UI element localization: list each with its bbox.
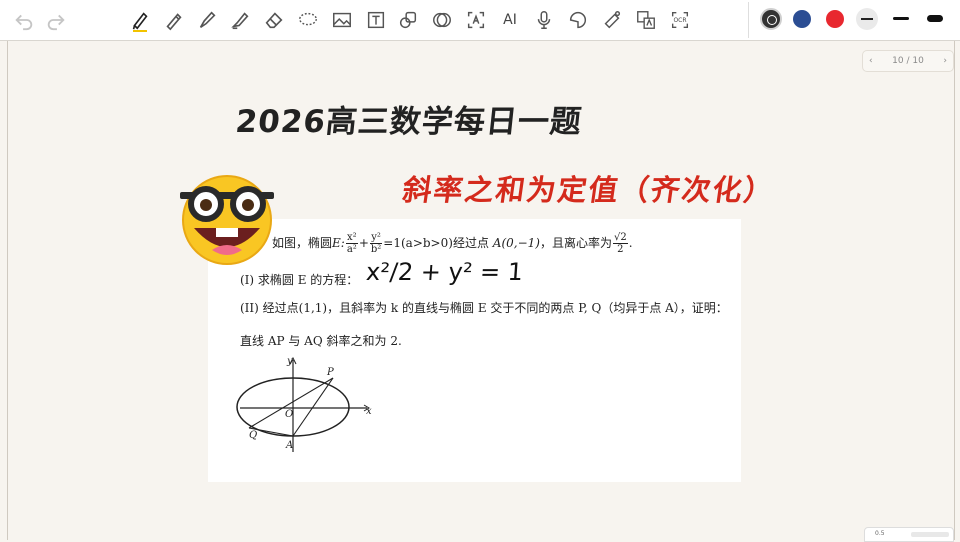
ocr-label: OCR <box>673 16 687 24</box>
handwritten-answer: x²/2 + y² = 1 <box>365 258 524 286</box>
line-size-thin[interactable] <box>856 8 878 30</box>
fraction-y-den: b² <box>370 244 382 255</box>
prev-page-button[interactable]: ‹ <box>863 56 879 66</box>
ai-icon[interactable]: AI <box>496 6 524 34</box>
zoom-label: 0.5 <box>875 530 885 537</box>
line-size-medium[interactable] <box>893 17 909 20</box>
image-icon[interactable] <box>328 6 356 34</box>
next-page-button[interactable]: › <box>937 56 953 66</box>
teeth <box>216 228 238 237</box>
color-swatch-dark[interactable] <box>760 8 782 30</box>
zoom-slider[interactable] <box>911 532 949 537</box>
passes-through-text: 经过点 <box>452 236 489 250</box>
fraction-y: y² b² <box>369 232 383 255</box>
note-subtitle: 斜率之和为定值（齐次化） <box>400 173 778 207</box>
eraser-icon[interactable] <box>260 6 288 34</box>
ocr-icon[interactable]: OCR <box>666 6 694 34</box>
note-title: 2026高三数学每日一题 <box>233 104 584 140</box>
translate-icon[interactable] <box>632 6 660 34</box>
fraction-ecc-den: 2 <box>617 244 624 255</box>
period: . <box>628 236 633 250</box>
text-box-icon[interactable] <box>362 6 390 34</box>
eccentricity-text: ，且离心率为 <box>539 236 612 250</box>
fraction-x-den: a² <box>346 244 357 255</box>
label-y: y <box>286 356 293 367</box>
redo-icon[interactable] <box>42 6 70 34</box>
equation-rhs: =1(a>b>0) <box>383 236 453 250</box>
microphone-icon[interactable] <box>530 6 558 34</box>
plus-sign: + <box>358 236 369 250</box>
problem-statement: 如图，椭圆E: x² a² + y² b² =1(a>b>0)经过点 A(0,−1)，且离心… <box>272 232 633 255</box>
top-toolbar: AI OCR <box>0 0 960 41</box>
sticky-note-icon[interactable] <box>564 6 592 34</box>
label-a: A <box>285 440 293 451</box>
shape-icon[interactable] <box>394 6 422 34</box>
ellipse-figure: y x O P Q A <box>236 356 372 452</box>
color-swatch-red[interactable] <box>826 10 844 28</box>
problem-part-2-continued: 直线 AP 与 AQ 斜率之和为 2. <box>240 334 402 348</box>
ellipse-name: E: <box>332 236 345 250</box>
label-p: P <box>326 367 334 378</box>
pen-icon[interactable] <box>126 6 154 34</box>
highlighter-icon[interactable] <box>226 6 254 34</box>
nerd-face-sticker[interactable] <box>172 170 282 265</box>
fraction-y-num: y² <box>369 232 383 244</box>
fraction-eccentricity: √2 2 <box>612 232 628 255</box>
fraction-ecc-num: √2 <box>612 232 628 244</box>
page-navigator: ‹ 10 / 10 › <box>862 50 954 72</box>
label-q: Q <box>249 430 257 441</box>
page-indicator: 10 / 10 <box>892 56 924 66</box>
line-ap <box>292 377 334 437</box>
line-size-thick[interactable] <box>927 15 943 22</box>
fountain-pen-icon[interactable] <box>193 6 221 34</box>
toolbar-divider <box>748 2 749 38</box>
undo-icon[interactable] <box>10 6 38 34</box>
laser-pointer-icon[interactable] <box>598 6 626 34</box>
ai-label: AI <box>503 12 517 28</box>
line-pq <box>248 377 334 429</box>
problem-part-2: (II) 经过点(1,1)，且斜率为 k 的直线与椭圆 E 交于不同的两点 P,… <box>240 301 728 315</box>
label-o: O <box>285 409 293 420</box>
pencil-icon[interactable] <box>160 6 188 34</box>
point-a: A(0,−1) <box>492 236 540 250</box>
text-recognition-icon[interactable] <box>462 6 490 34</box>
color-swatch-blue[interactable] <box>793 10 811 28</box>
lasso-icon[interactable] <box>294 6 322 34</box>
fraction-x: x² a² <box>345 232 358 255</box>
sticker-icon[interactable] <box>428 6 456 34</box>
fraction-x-num: x² <box>345 232 358 244</box>
problem-part-1: (I) 求椭圆 E 的方程： <box>240 273 359 287</box>
label-x: x <box>366 406 372 417</box>
